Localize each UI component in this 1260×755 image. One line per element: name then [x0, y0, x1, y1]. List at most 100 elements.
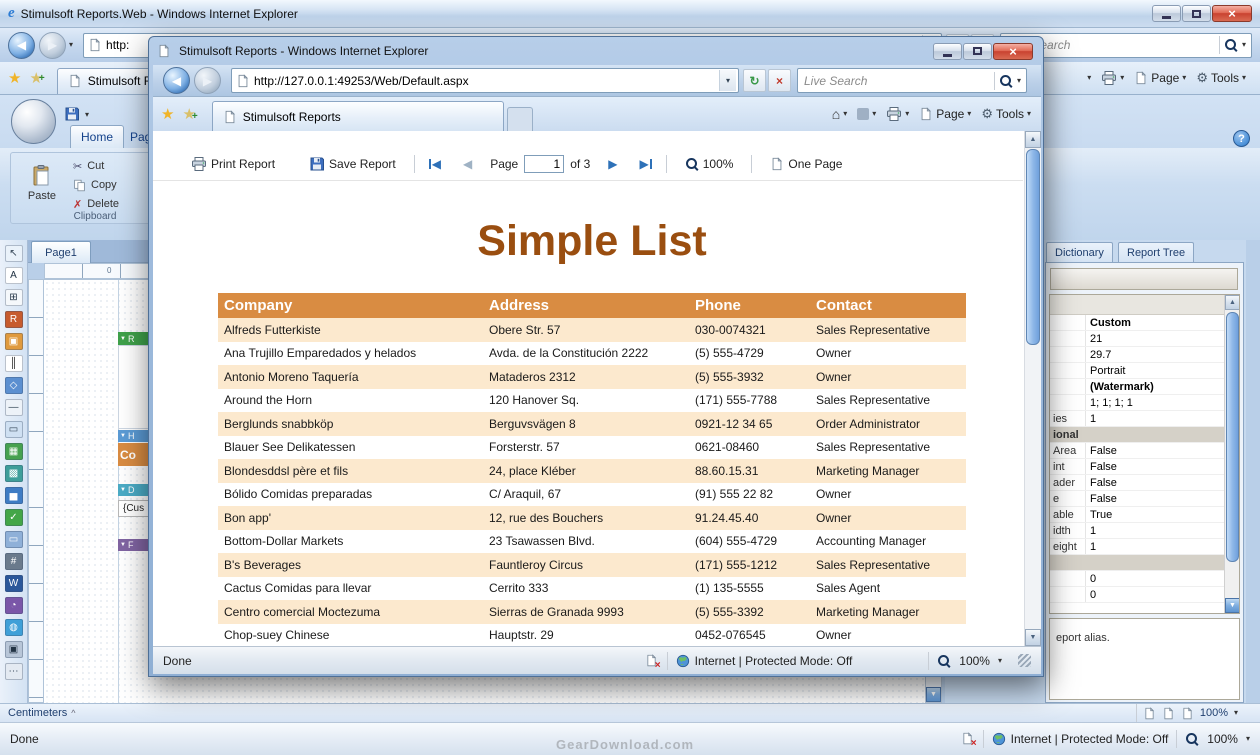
security-zone[interactable]: Internet | Protected Mode: Off: [676, 654, 853, 668]
zoom-button[interactable]: 100%: [681, 155, 738, 173]
data-band[interactable]: ▼D: [118, 484, 150, 496]
popup-titlebar[interactable]: Stimulsoft Reports - Windows Internet Ex…: [149, 37, 1043, 65]
paste-button[interactable]: Paste: [19, 156, 65, 210]
page-break-tool-icon[interactable]: ⋯: [5, 663, 23, 680]
tab-dictionary[interactable]: Dictionary: [1046, 242, 1113, 262]
close-button[interactable]: ×: [1212, 5, 1252, 22]
data-expression-cell[interactable]: {Cus: [118, 500, 150, 517]
history-dropdown-icon[interactable]: ▾: [69, 41, 73, 49]
property-row[interactable]: 1; 1; 1; 1: [1050, 395, 1226, 411]
zoom-dropdown-icon[interactable]: ▾: [998, 657, 1002, 665]
forward-button[interactable]: ▶: [39, 32, 66, 59]
minimize-button[interactable]: [1152, 5, 1181, 22]
report-title-band-body[interactable]: [118, 345, 150, 429]
property-row[interactable]: Custom: [1050, 315, 1226, 331]
tools-menu-button[interactable]: ⚙ Tools ▾: [1196, 70, 1246, 86]
property-row[interactable]: 0: [1050, 587, 1226, 603]
command-dropdown-icon[interactable]: ▾: [1087, 74, 1091, 82]
page1-tab[interactable]: Page1: [31, 241, 91, 263]
property-row[interactable]: 0: [1050, 571, 1226, 587]
last-page-button[interactable]: ▶: [639, 157, 651, 171]
help-button[interactable]: ?: [1233, 130, 1250, 147]
page-error-icon[interactable]: ×: [645, 654, 659, 668]
feeds-button[interactable]: ▾: [857, 108, 876, 120]
new-tab-stub[interactable]: [507, 107, 533, 131]
back-button[interactable]: ◀: [163, 67, 190, 94]
save-report-button[interactable]: Save Report: [305, 154, 400, 174]
copy-button[interactable]: Copy: [73, 176, 117, 194]
footer-band[interactable]: ▼F: [118, 539, 150, 551]
minimize-button[interactable]: [933, 43, 962, 60]
shape-tool-icon[interactable]: ◇: [5, 377, 23, 394]
crosstab-tool-icon[interactable]: ▩: [5, 465, 23, 482]
gauge-tool-icon[interactable]: ◔: [5, 597, 23, 614]
popup-browser-tab[interactable]: Stimulsoft Reports: [212, 101, 504, 131]
map-tool-icon[interactable]: ◍: [5, 619, 23, 636]
view-mode-icon[interactable]: [1162, 707, 1175, 720]
report-title-band[interactable]: ▼R: [118, 332, 150, 345]
tools-menu-button[interactable]: ⚙ Tools ▾: [981, 106, 1031, 122]
property-row[interactable]: Portrait: [1050, 363, 1226, 379]
clone-tool-icon[interactable]: ▣: [5, 641, 23, 658]
horizontal-line-tool-icon[interactable]: —: [5, 399, 23, 416]
scroll-down-button[interactable]: ▼: [926, 687, 941, 702]
first-page-button[interactable]: ◀: [429, 157, 441, 171]
property-row[interactable]: Area False: [1050, 443, 1226, 459]
property-row[interactable]: int False: [1050, 459, 1226, 475]
close-button[interactable]: ×: [993, 43, 1033, 60]
previous-page-button[interactable]: ◀: [463, 157, 472, 171]
property-row[interactable]: e False: [1050, 491, 1226, 507]
quick-save-icon[interactable]: [64, 106, 80, 122]
popup-address-input[interactable]: [250, 74, 719, 88]
winforms-control-tool-icon[interactable]: W: [5, 575, 23, 592]
scroll-up-button[interactable]: ▲: [1225, 295, 1240, 310]
search-icon[interactable]: [999, 74, 1013, 88]
property-row[interactable]: 21: [1050, 331, 1226, 347]
property-row[interactable]: ader False: [1050, 475, 1226, 491]
forward-button[interactable]: ▶: [194, 67, 221, 94]
property-row[interactable]: (Watermark): [1050, 379, 1226, 395]
one-page-button[interactable]: One Page: [766, 155, 846, 173]
view-mode-icon[interactable]: [1143, 707, 1156, 720]
header-band[interactable]: ▼H: [118, 430, 150, 442]
print-menu-button[interactable]: ▾: [886, 106, 909, 122]
property-row[interactable]: able True: [1050, 507, 1226, 523]
favorites-star-icon[interactable]: ★: [8, 71, 21, 86]
search-icon[interactable]: [1224, 38, 1238, 52]
view-mode-icon[interactable]: [1181, 707, 1194, 720]
zoom-icon[interactable]: [937, 654, 951, 668]
property-row[interactable]: [1050, 555, 1226, 571]
text-component-tool-icon[interactable]: A: [5, 267, 23, 284]
main-window-titlebar[interactable]: e Stimulsoft Reports.Web - Windows Inter…: [0, 0, 1260, 28]
popup-search-input[interactable]: [798, 74, 994, 88]
checkbox-tool-icon[interactable]: ✓: [5, 509, 23, 526]
maximize-button[interactable]: [963, 43, 992, 60]
zipcode-tool-icon[interactable]: #: [5, 553, 23, 570]
panel-tool-icon[interactable]: ▭: [5, 421, 23, 438]
print-report-button[interactable]: Print Report: [187, 154, 279, 174]
stop-button[interactable]: ×: [768, 69, 791, 92]
subreport-tool-icon[interactable]: ▭: [5, 531, 23, 548]
scroll-down-button[interactable]: ▼: [1225, 598, 1240, 613]
chart-tool-icon[interactable]: ▅: [5, 487, 23, 504]
property-grid-scrollbar[interactable]: ▲ ▼: [1224, 295, 1239, 613]
property-row[interactable]: eight 1: [1050, 539, 1226, 555]
print-menu-button[interactable]: ▾: [1101, 70, 1124, 86]
property-row[interactable]: idth 1: [1050, 523, 1226, 539]
table-tool-icon[interactable]: ▦: [5, 443, 23, 460]
property-row[interactable]: 29.7: [1050, 347, 1226, 363]
tab-report-tree[interactable]: Report Tree: [1118, 242, 1194, 262]
page-number-input[interactable]: [524, 155, 564, 173]
security-zone[interactable]: Internet | Protected Mode: Off: [992, 732, 1169, 746]
scroll-up-button[interactable]: ▲: [1025, 131, 1041, 148]
text-in-cells-tool-icon[interactable]: ⊞: [5, 289, 23, 306]
page-menu-button[interactable]: Page ▾: [919, 107, 971, 121]
scroll-down-button[interactable]: ▼: [1025, 629, 1041, 646]
header-cell[interactable]: Co: [118, 443, 150, 466]
address-dropdown-icon[interactable]: ▾: [719, 70, 736, 91]
viewer-vertical-scrollbar[interactable]: ▲ ▼: [1024, 131, 1041, 646]
barcode-tool-icon[interactable]: ║: [5, 355, 23, 372]
scrollbar-thumb[interactable]: [1026, 149, 1040, 345]
application-orb-button[interactable]: [11, 99, 56, 144]
cut-button[interactable]: ✂ Cut: [73, 157, 104, 175]
